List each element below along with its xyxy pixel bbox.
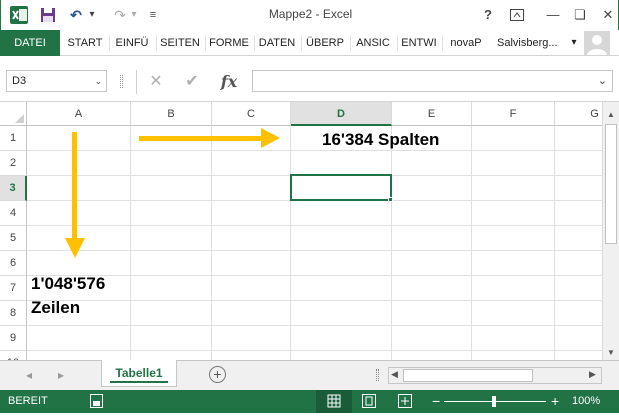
user-account-name[interactable]: Salvisberg... bbox=[497, 30, 569, 56]
vertical-scroll-thumb[interactable] bbox=[605, 124, 617, 244]
worksheet-grid[interactable]: A B C D E F G 1 2 3 4 5 6 7 8 9 10 16'38… bbox=[0, 102, 602, 360]
ribbon-display-options-icon[interactable] bbox=[506, 5, 528, 25]
normal-view-icon[interactable] bbox=[316, 390, 352, 413]
user-avatar[interactable] bbox=[584, 31, 610, 55]
sheet-prev-icon[interactable]: ◂ bbox=[26, 368, 32, 382]
status-text: BEREIT bbox=[8, 395, 48, 407]
zoom-slider-thumb[interactable] bbox=[492, 396, 496, 407]
tab-entwicklertools[interactable]: ENTWI bbox=[398, 30, 440, 56]
tab-formeln[interactable]: FORME bbox=[206, 30, 252, 56]
row-header-1[interactable]: 1 bbox=[0, 126, 27, 151]
fill-handle[interactable] bbox=[388, 197, 393, 202]
zoom-slider[interactable] bbox=[444, 396, 546, 407]
enter-icon[interactable]: ✔ bbox=[180, 71, 204, 93]
scroll-up-arrow-icon[interactable]: ▲ bbox=[603, 110, 619, 122]
ribbon-tabs: DATEI START EINFÜ SEITEN FORME DATEN ÜBE… bbox=[0, 30, 619, 56]
horizontal-scrollbar[interactable]: ◀ ▶ bbox=[388, 367, 602, 384]
tab-split-grip[interactable] bbox=[376, 369, 379, 381]
user-dropdown-icon[interactable]: ▾ bbox=[569, 30, 579, 56]
formula-bar: D3 ⌄ ✕ ✔ fx ⌄ bbox=[0, 56, 619, 102]
add-sheet-button[interactable]: + bbox=[209, 366, 226, 383]
macro-recording-icon[interactable] bbox=[90, 394, 103, 408]
column-header-f[interactable]: F bbox=[472, 102, 555, 126]
row-header-6[interactable]: 6 bbox=[0, 251, 27, 276]
page-break-preview-icon[interactable] bbox=[398, 394, 412, 408]
tab-seitenlayout[interactable]: SEITEN bbox=[157, 30, 203, 56]
row-header-7[interactable]: 7 bbox=[0, 276, 27, 301]
title-bar: ↶ ▾ ↷ ▾ ≡ Mappe2 - Excel ? — ❏ ✕ bbox=[0, 0, 619, 30]
selected-cell-d3[interactable] bbox=[290, 174, 392, 201]
column-header-c[interactable]: C bbox=[212, 102, 291, 126]
scroll-right-arrow-icon[interactable]: ▶ bbox=[589, 369, 596, 380]
tab-daten[interactable]: DATEN bbox=[255, 30, 299, 56]
row-header-3[interactable]: 3 bbox=[0, 176, 27, 201]
formula-input[interactable]: ⌄ bbox=[252, 70, 613, 92]
sheet-next-icon[interactable]: ▸ bbox=[58, 368, 64, 382]
cancel-icon[interactable]: ✕ bbox=[144, 71, 168, 93]
insert-function-icon[interactable]: fx bbox=[215, 71, 243, 93]
row-header-4[interactable]: 4 bbox=[0, 201, 27, 226]
name-box[interactable]: D3 ⌄ bbox=[6, 70, 107, 92]
help-button[interactable]: ? bbox=[477, 5, 499, 25]
zoom-out-button[interactable]: − bbox=[432, 393, 440, 409]
columns-count-label: 16'384 Spalten bbox=[322, 130, 440, 149]
rows-count-label: 1'048'576 bbox=[31, 274, 106, 293]
minimize-button[interactable]: — bbox=[542, 5, 564, 25]
restore-button[interactable]: ❏ bbox=[569, 5, 591, 25]
zoom-level[interactable]: 100% bbox=[572, 395, 600, 407]
name-box-dropdown-icon[interactable]: ⌄ bbox=[94, 71, 102, 91]
status-bar: BEREIT − + 100% bbox=[0, 390, 619, 413]
column-header-b[interactable]: B bbox=[131, 102, 212, 126]
row-header-2[interactable]: 2 bbox=[0, 151, 27, 176]
close-button[interactable]: ✕ bbox=[597, 5, 619, 25]
horizontal-scroll-thumb[interactable] bbox=[403, 369, 533, 382]
sheet-tab-tabelle1[interactable]: Tabelle1 bbox=[101, 360, 177, 387]
vertical-scrollbar[interactable]: ▲ ▼ bbox=[602, 102, 619, 360]
column-header-e[interactable]: E bbox=[392, 102, 472, 126]
row-header-5[interactable]: 5 bbox=[0, 226, 27, 251]
select-all-button[interactable] bbox=[0, 102, 27, 126]
formula-bar-grip[interactable] bbox=[120, 75, 123, 88]
row-header-8[interactable]: 8 bbox=[0, 301, 27, 326]
right-arrow-icon bbox=[139, 128, 280, 148]
row-header-10[interactable]: 10 bbox=[0, 351, 27, 360]
tab-start[interactable]: START bbox=[63, 30, 107, 56]
rows-word-label: Zeilen bbox=[31, 298, 81, 317]
name-box-value: D3 bbox=[12, 75, 27, 87]
row-header-9[interactable]: 9 bbox=[0, 326, 27, 351]
column-header-g[interactable]: G bbox=[555, 102, 602, 126]
tab-datei[interactable]: DATEI bbox=[0, 30, 60, 56]
column-header-d[interactable]: D bbox=[291, 102, 392, 126]
tab-ansicht[interactable]: ANSIC bbox=[351, 30, 395, 56]
page-layout-view-icon[interactable] bbox=[362, 394, 376, 408]
scroll-down-arrow-icon[interactable]: ▼ bbox=[603, 348, 619, 360]
down-arrow-icon bbox=[65, 132, 85, 258]
tab-einfuegen[interactable]: EINFÜ bbox=[110, 30, 154, 56]
column-header-a[interactable]: A bbox=[27, 102, 131, 126]
scroll-left-arrow-icon[interactable]: ◀ bbox=[391, 369, 398, 380]
expand-formula-bar-icon[interactable]: ⌄ bbox=[598, 74, 607, 87]
tab-ueberpruefen[interactable]: ÜBERP bbox=[302, 30, 348, 56]
tab-novap[interactable]: novaP bbox=[443, 30, 489, 56]
sheet-tabs-bar: ◂ ▸ Tabelle1 + ◀ ▶ bbox=[0, 360, 619, 390]
zoom-in-button[interactable]: + bbox=[551, 393, 559, 409]
